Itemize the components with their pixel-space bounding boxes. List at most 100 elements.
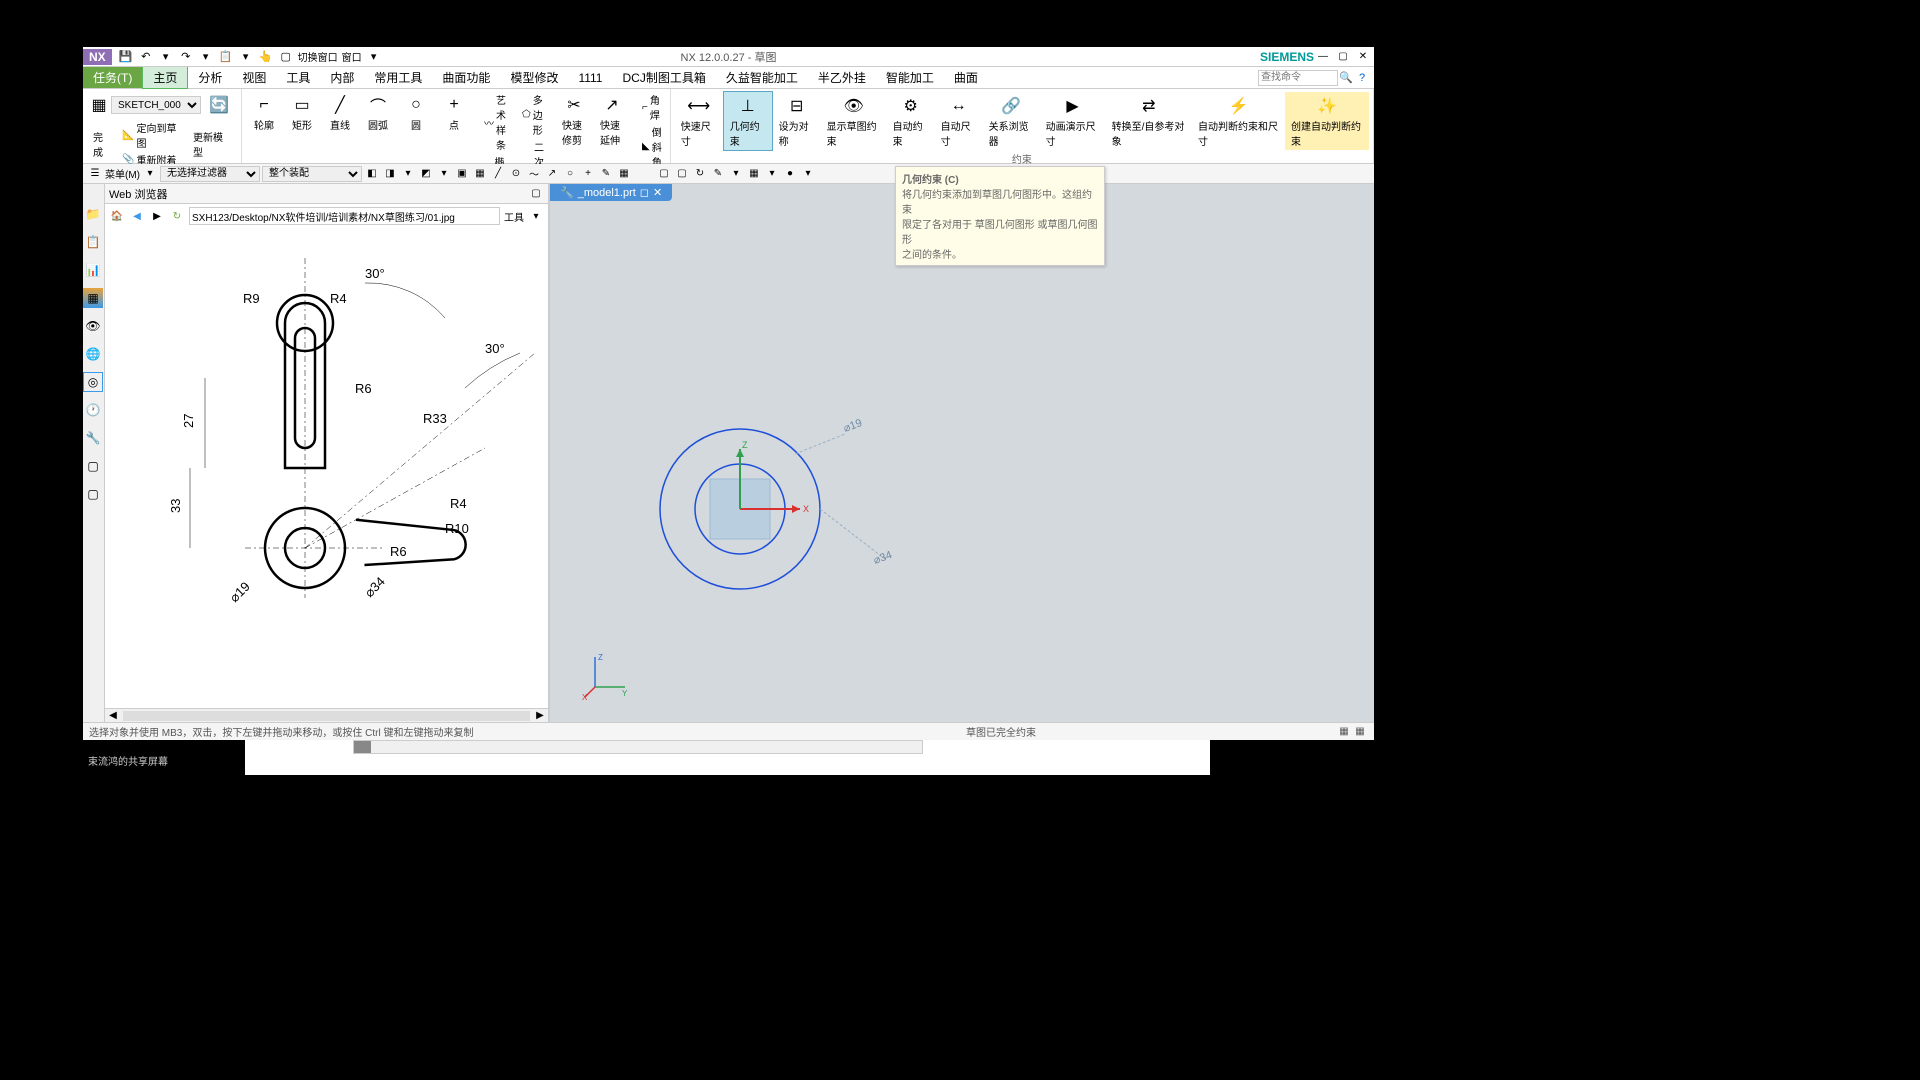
geo-constraint-button[interactable]: ⊥几何约束	[723, 91, 773, 151]
menu-analysis[interactable]: 分析	[188, 67, 232, 88]
filter-icon-2[interactable]: ◨	[382, 166, 398, 182]
filter-icon-12[interactable]: ○	[562, 166, 578, 182]
menu-banyi[interactable]: 半乙外挂	[808, 67, 876, 88]
scroll-left-icon[interactable]: ◀	[105, 708, 121, 724]
window-icon[interactable]: ▢	[278, 49, 294, 65]
part-nav-icon[interactable]: 📋	[83, 232, 103, 252]
show-constraint-button[interactable]: 👁显示草图约束	[821, 92, 887, 150]
filter-icon-22[interactable]: ▾	[764, 166, 780, 182]
menu-tasks[interactable]: 任务(T)	[83, 67, 142, 88]
polygon-button[interactable]: ⬠多边形	[518, 91, 548, 138]
scroll-right-icon[interactable]: ▶	[532, 708, 548, 724]
dropdown-icon[interactable]: ▾	[158, 49, 174, 65]
menu-smart[interactable]: 智能加工	[876, 67, 944, 88]
file-tab[interactable]: 🔧 _model1.prt ◻ ✕	[550, 184, 672, 201]
graphics-viewport[interactable]: 🔧 _model1.prt ◻ ✕ ⌀19	[550, 184, 1374, 722]
filter-icon-3[interactable]: ▾	[400, 166, 416, 182]
quick-dim-button[interactable]: ⟷快速尺寸	[675, 92, 723, 150]
clock-icon[interactable]: 🕐	[83, 400, 103, 420]
quick-extend-button[interactable]: ↗快速延伸	[594, 91, 630, 149]
web-icon[interactable]: 🌐	[83, 344, 103, 364]
history-icon[interactable]: ◎	[83, 372, 103, 392]
copy-icon[interactable]: 📋	[218, 49, 234, 65]
reuse-icon[interactable]: ▦	[83, 288, 103, 308]
filter-icon-8[interactable]: ╱	[490, 166, 506, 182]
update-model-button[interactable]: 更新模型	[187, 127, 237, 161]
filter-icon-5[interactable]: ▾	[436, 166, 452, 182]
minimize-button[interactable]: —	[1314, 49, 1332, 65]
menu-home[interactable]: 主页	[142, 66, 188, 89]
symmetric-button[interactable]: ⊟设为对称	[773, 92, 821, 150]
menu-model[interactable]: 模型修改	[500, 67, 568, 88]
progress-bar[interactable]	[353, 740, 923, 754]
update-model-button[interactable]: 🔄	[201, 91, 237, 119]
dropdown-icon[interactable]: ▾	[366, 49, 382, 65]
dropdown-icon[interactable]: ▾	[528, 208, 544, 224]
menu-surface[interactable]: 曲面功能	[432, 67, 500, 88]
filter-icon-18[interactable]: ↻	[692, 166, 708, 182]
filter-icon-20[interactable]: ▾	[728, 166, 744, 182]
close-button[interactable]: ✕	[1354, 49, 1372, 65]
address-bar[interactable]	[189, 207, 500, 225]
back-icon[interactable]: ◀	[129, 208, 145, 224]
redo-icon[interactable]: ↷	[178, 49, 194, 65]
panel-close-icon[interactable]: ▢	[528, 186, 544, 202]
menu-dcj[interactable]: DCJ制图工具箱	[612, 67, 715, 88]
status-icon-1[interactable]: ▦	[1336, 724, 1352, 740]
menu-jiuyi[interactable]: 久益智能加工	[716, 67, 808, 88]
dropdown-icon[interactable]: ▾	[198, 49, 214, 65]
search-input[interactable]	[1258, 70, 1338, 86]
spline-button[interactable]: 〰艺术样条	[480, 91, 510, 153]
assembly-dropdown[interactable]: 整个装配	[262, 166, 362, 182]
undo-icon[interactable]: ↶	[138, 49, 154, 65]
filter-icon-15[interactable]: ▦	[616, 166, 632, 182]
filter-icon-6[interactable]: ▣	[454, 166, 470, 182]
switch-window-button[interactable]: 切换窗口	[298, 49, 338, 65]
scrollbar[interactable]: ◀ ▶	[105, 708, 548, 722]
touch-icon[interactable]: 👆	[258, 49, 274, 65]
dropdown-icon[interactable]: ▾	[238, 49, 254, 65]
navigator-icon[interactable]: 📁	[83, 204, 103, 224]
menu-tools[interactable]: 工具	[276, 67, 320, 88]
menu-1111[interactable]: 1111	[568, 69, 612, 87]
box-icon-1[interactable]: ▢	[83, 456, 103, 476]
filter-icon-24[interactable]: ▾	[800, 166, 816, 182]
filter-icon-17[interactable]: ▢	[674, 166, 690, 182]
help-icon[interactable]: ?	[1354, 70, 1370, 86]
profile-button[interactable]: ⌐轮廓	[246, 91, 282, 134]
point-button[interactable]: +点	[436, 91, 472, 134]
menu-view[interactable]: 视图	[232, 67, 276, 88]
fillet-button[interactable]: ⌐角焊	[638, 91, 666, 123]
menu-icon[interactable]: ☰	[87, 166, 103, 182]
reload-icon[interactable]: ↻	[169, 208, 185, 224]
filter-icon-4[interactable]: ◩	[418, 166, 434, 182]
file-tab-close-icon[interactable]: ✕	[653, 186, 662, 199]
filter-icon-10[interactable]: 〜	[526, 166, 542, 182]
filter-icon-14[interactable]: ✎	[598, 166, 614, 182]
menu-button[interactable]: 菜单(M)	[105, 166, 140, 181]
visibility-icon[interactable]: 👁	[83, 316, 103, 336]
filter-dropdown[interactable]: 无选择过滤器	[160, 166, 260, 182]
filter-icon-11[interactable]: ↗	[544, 166, 560, 182]
quick-trim-button[interactable]: ✂快速修剪	[556, 91, 592, 149]
tools-label[interactable]: 工具	[504, 209, 524, 224]
auto-constraint-button[interactable]: ⚙自动约束	[887, 92, 935, 150]
convert-ref-button[interactable]: ⇄转换至/自参考对象	[1106, 92, 1192, 150]
filter-icon-7[interactable]: ▦	[472, 166, 488, 182]
chamfer-button[interactable]: ◣倒斜角	[638, 123, 666, 170]
auto-convert-button[interactable]: ⚡自动判断约束和尺寸	[1192, 92, 1285, 150]
sketch-dropdown[interactable]: SKETCH_000	[111, 96, 201, 114]
save-icon[interactable]: 💾	[118, 49, 134, 65]
filter-icon-21[interactable]: ▦	[746, 166, 762, 182]
forward-icon[interactable]: ▶	[149, 208, 165, 224]
menu-curve[interactable]: 曲面	[944, 67, 988, 88]
filter-icon-1[interactable]: ◧	[364, 166, 380, 182]
window-button[interactable]: 窗口	[342, 49, 362, 65]
circle-button[interactable]: ○圆	[398, 91, 434, 134]
orient-button[interactable]: 📐定向到草图	[118, 119, 187, 151]
arc-button[interactable]: ⌒圆弧	[360, 91, 396, 134]
constraint-nav-icon[interactable]: 📊	[83, 260, 103, 280]
search-icon[interactable]: 🔍	[1338, 70, 1354, 86]
menu-common[interactable]: 常用工具	[364, 67, 432, 88]
menu-internal[interactable]: 内部	[320, 67, 364, 88]
